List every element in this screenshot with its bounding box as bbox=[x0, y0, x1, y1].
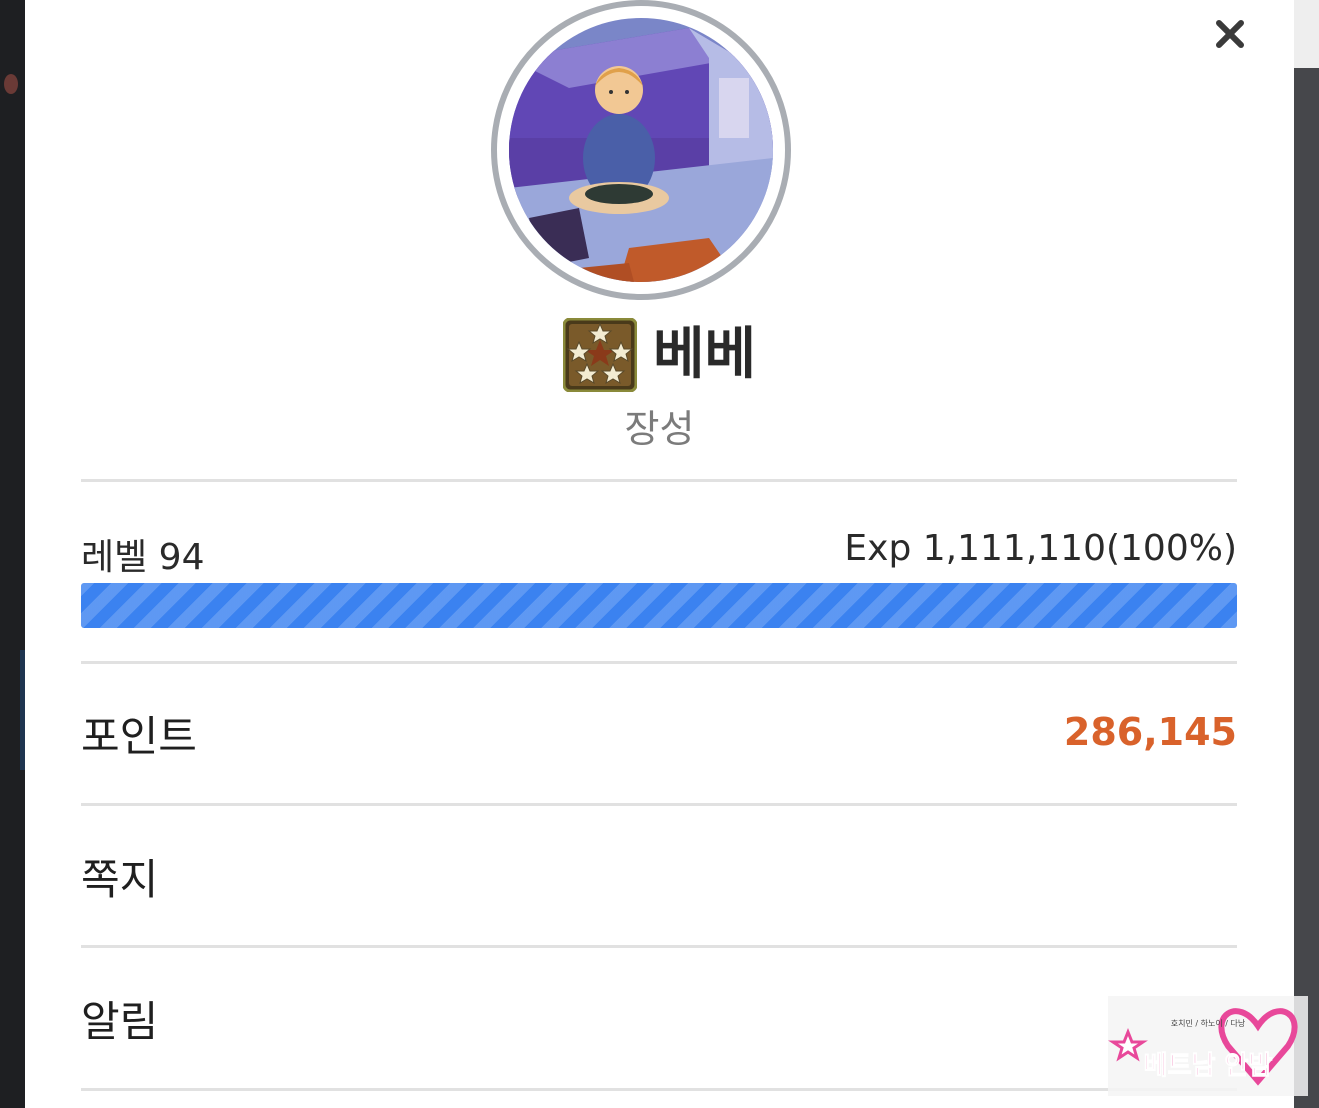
five-star-badge-icon bbox=[562, 318, 637, 392]
messages-label[interactable]: 쪽지 bbox=[81, 846, 158, 907]
background-right bbox=[1294, 0, 1319, 1108]
divider bbox=[81, 661, 1237, 664]
watermark-logo: 호치민 / 하노이 / 다낭 베트남 안밤 bbox=[1108, 996, 1308, 1096]
watermark-text: 베트남 안밤 bbox=[1144, 1051, 1273, 1081]
divider bbox=[81, 803, 1237, 806]
level-label: 레벨 94 bbox=[81, 537, 205, 578]
exp-label: Exp 1,111,110(100%) bbox=[844, 528, 1237, 569]
notifications-label[interactable]: 알림 bbox=[81, 988, 158, 1049]
exp-progress-fill bbox=[81, 583, 1237, 628]
close-button[interactable] bbox=[1208, 12, 1252, 56]
profile-panel: 베베 장성 레벨 94 Exp 1,111,110(100%) 포인트 286,… bbox=[25, 0, 1308, 1108]
close-icon bbox=[1216, 20, 1244, 48]
points-value[interactable]: 286,145 bbox=[1064, 710, 1237, 754]
watermark-small-text: 호치민 / 하노이 / 다낭 bbox=[1171, 1018, 1246, 1028]
avatar bbox=[491, 0, 791, 300]
avatar-image bbox=[509, 18, 773, 282]
background-left bbox=[0, 0, 25, 1108]
name-row: 베베 bbox=[25, 316, 1294, 394]
points-label[interactable]: 포인트 bbox=[81, 703, 197, 764]
rank-title: 장성 bbox=[624, 407, 695, 451]
divider bbox=[81, 1088, 1237, 1091]
background-decoration bbox=[4, 74, 18, 94]
exp-progress-bar bbox=[81, 583, 1237, 628]
divider bbox=[81, 479, 1237, 482]
background-decoration bbox=[1294, 0, 1319, 68]
nickname: 베베 bbox=[652, 322, 757, 387]
divider bbox=[81, 945, 1237, 948]
